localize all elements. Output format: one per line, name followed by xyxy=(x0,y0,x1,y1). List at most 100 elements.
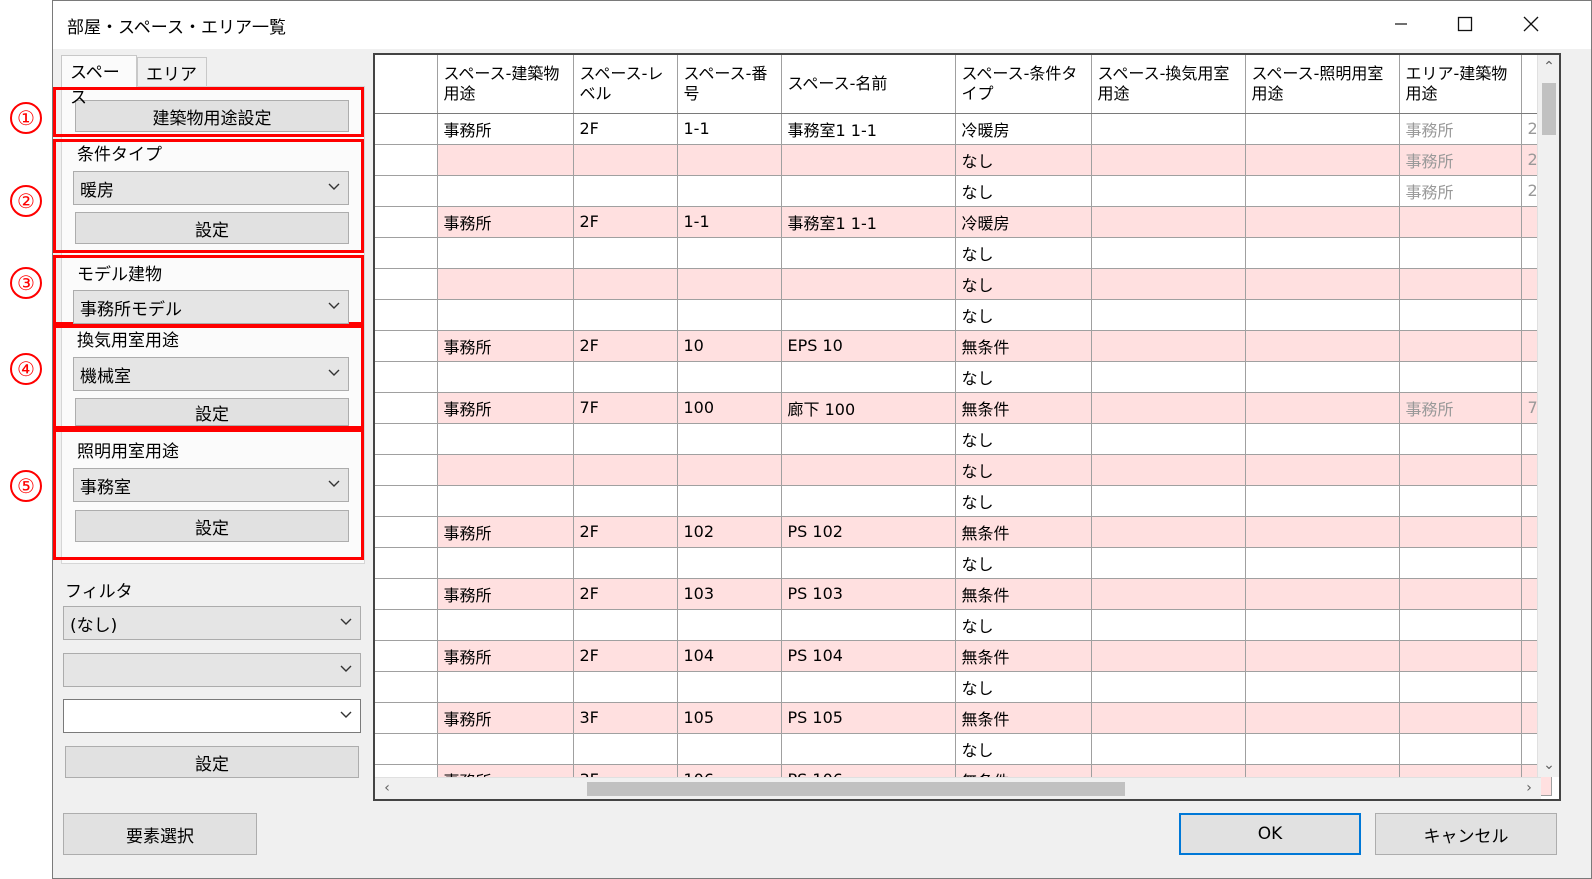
table-cell[interactable]: 事務所 xyxy=(437,113,574,145)
table-cell[interactable]: 10 xyxy=(677,330,782,362)
row-header[interactable] xyxy=(375,702,438,734)
table-cell[interactable]: 1-1 xyxy=(677,113,782,145)
row-header[interactable] xyxy=(375,237,438,269)
row-header[interactable] xyxy=(375,299,438,331)
model-building-select[interactable]: 事務所モデル xyxy=(73,290,349,324)
table-cell[interactable] xyxy=(1399,609,1522,641)
table-cell[interactable] xyxy=(1245,485,1400,517)
table-cell[interactable]: なし xyxy=(955,423,1092,455)
row-header[interactable] xyxy=(375,361,438,393)
table-row[interactable]: なし 事務所 2 xyxy=(375,144,1552,176)
table-cell[interactable] xyxy=(1245,733,1400,765)
table-cell[interactable] xyxy=(781,237,956,269)
table-cell[interactable]: 廊下 100 xyxy=(781,392,956,424)
column-header[interactable]: スペース-名前 xyxy=(781,55,956,114)
row-header[interactable] xyxy=(375,392,438,424)
table-cell[interactable] xyxy=(1091,144,1246,176)
table-cell[interactable] xyxy=(437,299,574,331)
data-grid[interactable]: スペース-建築物用途 スペース-レベル スペース-番号 スペース-名前 スペース… xyxy=(373,53,1561,801)
table-cell[interactable] xyxy=(437,361,574,393)
table-cell[interactable]: PS 103 xyxy=(781,578,956,610)
table-cell[interactable] xyxy=(1399,671,1522,703)
table-cell[interactable]: 事務所 xyxy=(437,516,574,548)
table-cell[interactable]: なし xyxy=(955,733,1092,765)
table-cell[interactable]: 2F xyxy=(573,113,678,145)
table-row[interactable]: なし xyxy=(375,237,1552,269)
table-cell[interactable] xyxy=(573,299,678,331)
table-cell[interactable] xyxy=(1091,237,1246,269)
ventilation-use-set-button[interactable]: 設定 xyxy=(75,398,349,426)
table-cell[interactable]: 事務所 xyxy=(1399,144,1522,176)
table-cell[interactable] xyxy=(437,175,574,207)
table-row[interactable]: なし xyxy=(375,733,1552,765)
table-cell[interactable] xyxy=(573,547,678,579)
table-cell[interactable]: 104 xyxy=(677,640,782,672)
vertical-scroll-thumb[interactable] xyxy=(1542,83,1556,135)
table-cell[interactable] xyxy=(1399,733,1522,765)
table-cell[interactable]: なし xyxy=(955,609,1092,641)
table-cell[interactable] xyxy=(781,733,956,765)
table-cell[interactable] xyxy=(1245,206,1400,238)
table-cell[interactable] xyxy=(437,671,574,703)
table-cell[interactable] xyxy=(1091,392,1246,424)
table-cell[interactable] xyxy=(1091,361,1246,393)
column-header[interactable]: スペース-照明用室用途 xyxy=(1245,55,1400,114)
row-header[interactable] xyxy=(375,609,438,641)
title-bar[interactable]: 部屋・スペース・エリア一覧 xyxy=(53,1,1591,49)
row-header[interactable] xyxy=(375,516,438,548)
table-cell[interactable]: 1-1 xyxy=(677,206,782,238)
table-cell[interactable] xyxy=(677,299,782,331)
table-cell[interactable]: 事務所 xyxy=(437,702,574,734)
table-cell[interactable]: 事務所 xyxy=(1399,175,1522,207)
table-cell[interactable]: 事務所 xyxy=(437,578,574,610)
table-cell[interactable] xyxy=(1245,547,1400,579)
table-cell[interactable] xyxy=(1091,578,1246,610)
table-cell[interactable]: 2F xyxy=(573,640,678,672)
table-cell[interactable] xyxy=(1245,640,1400,672)
table-row[interactable]: なし xyxy=(375,547,1552,579)
table-row[interactable]: 事務所 7F 100 廊下 100 無条件 事務所 7 xyxy=(375,392,1552,424)
table-cell[interactable] xyxy=(437,237,574,269)
table-cell[interactable] xyxy=(781,175,956,207)
table-cell[interactable]: 2F xyxy=(573,206,678,238)
column-header[interactable]: スペース-換気用室用途 xyxy=(1091,55,1246,114)
table-cell[interactable]: 2F xyxy=(573,578,678,610)
table-row[interactable]: 事務所 2F 10 EPS 10 無条件 xyxy=(375,330,1552,362)
table-cell[interactable]: PS 105 xyxy=(781,702,956,734)
table-row[interactable]: なし xyxy=(375,268,1552,300)
table-cell[interactable] xyxy=(1091,299,1246,331)
row-header[interactable] xyxy=(375,485,438,517)
table-cell[interactable] xyxy=(781,268,956,300)
table-row[interactable]: なし xyxy=(375,671,1552,703)
table-cell[interactable] xyxy=(573,733,678,765)
table-row[interactable]: なし xyxy=(375,423,1552,455)
table-cell[interactable]: なし xyxy=(955,361,1092,393)
table-cell[interactable]: 無条件 xyxy=(955,640,1092,672)
table-cell[interactable] xyxy=(677,609,782,641)
vertical-scrollbar[interactable]: ⌃ ⌄ xyxy=(1537,55,1559,777)
row-header[interactable] xyxy=(375,268,438,300)
table-cell[interactable] xyxy=(1091,485,1246,517)
table-cell[interactable] xyxy=(1245,237,1400,269)
table-cell[interactable] xyxy=(677,423,782,455)
table-cell[interactable] xyxy=(1245,671,1400,703)
table-cell[interactable] xyxy=(781,299,956,331)
table-cell[interactable]: 事務室1 1-1 xyxy=(781,206,956,238)
row-header[interactable] xyxy=(375,423,438,455)
table-cell[interactable] xyxy=(1245,578,1400,610)
table-row[interactable]: なし xyxy=(375,485,1552,517)
table-cell[interactable]: なし xyxy=(955,485,1092,517)
table-cell[interactable] xyxy=(1399,361,1522,393)
table-cell[interactable]: 無条件 xyxy=(955,516,1092,548)
table-row[interactable]: 事務所 2F 102 PS 102 無条件 xyxy=(375,516,1552,548)
tab-space[interactable]: スペース xyxy=(61,55,137,108)
table-cell[interactable] xyxy=(437,268,574,300)
table-cell[interactable]: 事務所 xyxy=(437,330,574,362)
table-cell[interactable] xyxy=(1399,702,1522,734)
table-row[interactable]: 事務所 2F 104 PS 104 無条件 xyxy=(375,640,1552,672)
table-row[interactable]: なし xyxy=(375,609,1552,641)
table-cell[interactable] xyxy=(1245,299,1400,331)
table-cell[interactable] xyxy=(1091,330,1246,362)
table-cell[interactable] xyxy=(1091,547,1246,579)
filter-select-2[interactable] xyxy=(63,653,361,687)
